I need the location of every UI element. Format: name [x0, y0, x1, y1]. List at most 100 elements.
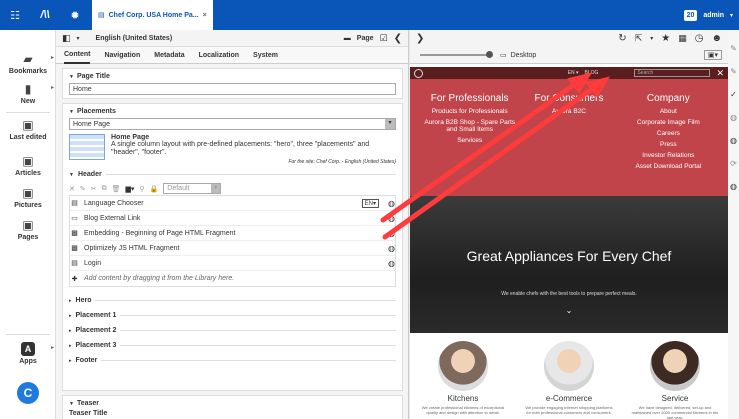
scroll-down-icon[interactable]: ⌄ [410, 306, 728, 315]
sync-icon[interactable]: ⟳ [728, 159, 739, 168]
lock-icon[interactable]: 🔒 [150, 185, 159, 193]
collapse-caret-icon[interactable]: ▼ [69, 172, 74, 178]
drop-hint[interactable]: ✚ Add content by dragging it from the Li… [70, 271, 395, 286]
menu-item[interactable]: Press [619, 141, 718, 148]
feature-card[interactable]: Service We have designed, delivered, set… [622, 341, 728, 419]
caret-right-icon[interactable]: ▸ [69, 358, 72, 364]
device-menu-icon[interactable]: ▣▾ [703, 50, 722, 60]
cut-icon[interactable]: ✂ [91, 185, 97, 193]
menu-heading[interactable]: Company [619, 93, 718, 104]
reload-icon[interactable]: ↻ [618, 33, 626, 44]
slider-handle[interactable] [486, 51, 493, 58]
collapse-caret-icon[interactable]: ▼ [69, 401, 74, 407]
tab-system[interactable]: System [253, 48, 278, 63]
menu-item[interactable]: Careers [619, 130, 718, 137]
feature-card[interactable]: Kitchens We create professional kitchens… [410, 341, 516, 419]
approve-icon[interactable]: ☑ [380, 33, 388, 44]
new-content-icon[interactable]: ▆▾ [126, 185, 135, 193]
notifications-count[interactable]: 20 [683, 9, 698, 21]
list-item[interactable]: ▩ Embedding - Beginning of Page HTML Fra… [70, 226, 395, 241]
globe-icon[interactable]: ◍ [728, 182, 739, 191]
section-hero-label: Hero [75, 297, 92, 304]
collapse-caret-icon[interactable]: ▼ [69, 74, 74, 80]
site-search-input[interactable]: Search [634, 69, 711, 77]
menu-heading[interactable]: For Consumers [519, 93, 618, 104]
close-tab-icon[interactable]: × [203, 12, 207, 19]
section-header[interactable]: ▼ Header [69, 167, 396, 182]
chart-icon[interactable]: ▦ [678, 33, 687, 44]
tab-navigation[interactable]: Navigation [104, 48, 140, 63]
menu-heading[interactable]: For Professionals [420, 93, 519, 104]
language-badge[interactable]: EN▾ [361, 198, 380, 208]
menu-item[interactable]: Services [420, 137, 519, 144]
caret-right-icon[interactable]: ▸ [69, 298, 72, 304]
globe-icon[interactable]: ◍ [728, 136, 739, 145]
section-placement-1[interactable]: ▸ Placement 1 [69, 308, 396, 323]
section-footer[interactable]: ▸ Footer [69, 353, 396, 368]
edit-icon[interactable]: ✎ [80, 185, 86, 193]
layout-select[interactable]: Home Page ▾ [69, 118, 396, 130]
nav-bookmarks[interactable]: ▰ Bookmarks ▸ [0, 52, 56, 75]
edit-icon[interactable]: ✎ [728, 44, 739, 53]
chevron-down-icon[interactable]: ▾ [730, 12, 733, 19]
list-item[interactable]: ▤ Login ◍ [70, 256, 395, 271]
site-logo-icon[interactable] [414, 68, 423, 78]
menu-item[interactable]: Aurora B2C [519, 108, 618, 115]
feature-card[interactable]: e-Commerce We provide engaging Internet … [516, 341, 622, 419]
menu-item[interactable]: Asset Download Portal [619, 163, 718, 170]
chevron-down-icon[interactable]: ▾ [385, 119, 395, 129]
caret-right-icon[interactable]: ▸ [69, 343, 72, 349]
collapse-caret-icon[interactable]: ▼ [69, 109, 74, 115]
link-icon[interactable]: ⚲ [139, 185, 144, 193]
list-item[interactable]: ▭ Blog External Link ◍ [70, 211, 395, 226]
nav-apps[interactable]: A Apps ▸ [0, 342, 56, 365]
nav-new[interactable]: ▮ New ▸ [0, 82, 56, 105]
document-tab[interactable]: ▤ Chef Corp. USA Home Pa... × [92, 0, 213, 30]
delete-icon[interactable]: 🗑 [112, 185, 121, 193]
nav-pictures[interactable]: ▣ Pictures [0, 186, 56, 209]
close-icon[interactable]: ✕ [716, 68, 724, 79]
globe-icon[interactable]: ◍ [728, 113, 739, 122]
menu-item[interactable]: Corporate Image Film [619, 119, 718, 126]
star-icon[interactable]: ★ [661, 33, 670, 44]
section-placement-3[interactable]: ▸ Placement 3 [69, 338, 396, 353]
caret-right-icon[interactable]: ▸ [69, 313, 72, 319]
page-title-input[interactable]: Home [69, 83, 396, 95]
nav-pages[interactable]: ▣ Pages [0, 218, 56, 241]
external-link-icon[interactable]: ⇱ [635, 33, 643, 44]
view-type-select[interactable]: Default ▾ [163, 183, 222, 194]
tab-localization[interactable]: Localization [199, 48, 239, 63]
list-item[interactable]: ▤ Language Chooser EN▾ ◍ [70, 196, 395, 211]
nav-last-edited[interactable]: ▣ Last edited [0, 118, 56, 141]
tab-content[interactable]: Content [64, 47, 91, 64]
caret-right-icon[interactable]: ▸ [69, 328, 72, 334]
copy-icon[interactable]: ⧉ [102, 185, 107, 193]
section-hero[interactable]: ▸ Hero [69, 293, 396, 308]
chevron-down-icon[interactable]: ▾ [77, 35, 80, 42]
remove-icon[interactable]: ✕ [69, 185, 75, 193]
workspace-icon[interactable]: ✹ [60, 0, 90, 30]
user-menu[interactable]: admin [703, 12, 724, 19]
chevron-down-icon[interactable]: ▾ [650, 35, 653, 42]
clock-icon[interactable]: ◷ [695, 33, 704, 44]
site-lang[interactable]: EN ▾ [568, 70, 579, 76]
section-placement-2[interactable]: ▸ Placement 2 [69, 323, 396, 338]
menu-item[interactable]: Products for Professionals [420, 108, 519, 115]
split-view-icon[interactable]: ◧ [62, 33, 71, 44]
edit-icon[interactable]: ✎ [728, 67, 739, 76]
menu-item[interactable]: Aurora B2B Shop - Spare Parts and Small … [420, 119, 519, 133]
tab-metadata[interactable]: Metadata [154, 48, 184, 63]
collapse-icon[interactable]: ❮ [394, 33, 402, 44]
nav-articles[interactable]: ▣ Articles [0, 154, 56, 177]
person-icon[interactable]: ☻ [711, 33, 722, 44]
menu-item[interactable]: About [619, 108, 718, 115]
site-blog[interactable]: BLOG [585, 70, 599, 76]
divider [101, 360, 396, 361]
chevron-down-icon[interactable]: ▾ [211, 184, 221, 193]
list-item[interactable]: ▩ Optimizely JS HTML Fragment ◍ [70, 241, 395, 256]
menu-item[interactable]: Investor Relations [619, 152, 718, 159]
device-slider[interactable] [420, 51, 493, 58]
grid-menu-icon[interactable]: ☷ [0, 0, 30, 30]
expand-icon[interactable]: ❯ [416, 33, 424, 44]
check-icon[interactable]: ✓ [728, 90, 739, 99]
